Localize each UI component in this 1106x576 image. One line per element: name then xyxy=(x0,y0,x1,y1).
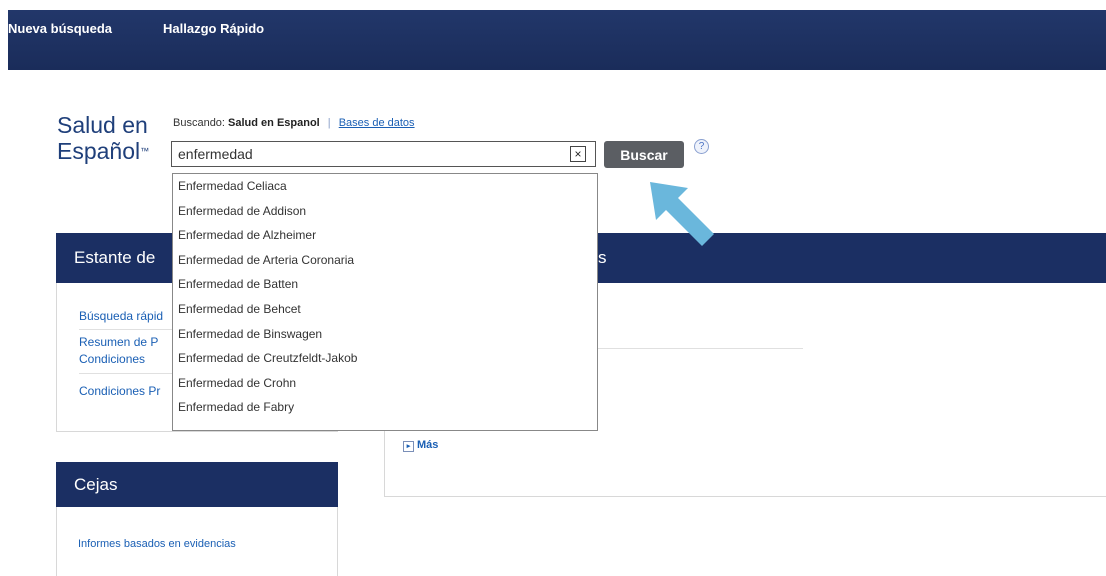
suggestion-item[interactable]: Enfermedad de Fabry xyxy=(173,395,597,420)
searching-prefix: Buscando: xyxy=(173,117,225,129)
databases-link[interactable]: Bases de datos xyxy=(339,117,415,129)
searching-separator: | xyxy=(327,117,331,129)
searching-database: Salud en Espanol xyxy=(228,117,320,129)
help-icon[interactable]: ? xyxy=(694,139,709,154)
content-panel-title: s xyxy=(598,248,607,267)
more-link[interactable]: ▸ Más xyxy=(403,439,438,452)
logo-line-2: Español xyxy=(57,138,141,164)
suggestion-item[interactable]: Enfermedad de Binswagen xyxy=(173,322,597,347)
site-logo: Salud en Español™ xyxy=(57,112,149,164)
more-label: Más xyxy=(417,439,439,451)
logo-line-1: Salud en xyxy=(57,112,148,138)
suggestion-item[interactable]: Enfermedad de Creutzfeldt-Jakob xyxy=(173,346,597,371)
suggestion-item[interactable]: Enfermedad de Batten xyxy=(173,272,597,297)
cejas-link-evidence-reports[interactable]: Informes basados en evidencias xyxy=(78,538,236,550)
shelf-panel-title: Estante de xyxy=(74,248,156,267)
suggestion-item[interactable]: Enfermedad de Addison xyxy=(173,199,597,224)
shelf-link-summary[interactable]: Resumen de P xyxy=(79,335,158,349)
nav-new-search[interactable]: Nueva búsqueda xyxy=(8,21,112,36)
suggestion-item[interactable]: Enfermedad de Behcet xyxy=(173,297,597,322)
suggestion-item[interactable]: Enfermedad Celiaca xyxy=(173,174,597,199)
plus-box-icon: ▸ xyxy=(403,441,414,452)
suggestion-item[interactable]: Enfermedad de Crohn xyxy=(173,371,597,396)
clear-search-icon[interactable]: × xyxy=(570,146,586,162)
search-button[interactable]: Buscar xyxy=(604,141,684,168)
suggestion-item[interactable]: Enfermedad de Arteria Coronaria xyxy=(173,248,597,273)
search-input[interactable] xyxy=(178,145,563,163)
suggestion-item[interactable]: Enfermedad de Alzheimer xyxy=(173,223,597,248)
top-nav-bar: Nueva búsqueda Hallazgo Rápido xyxy=(8,10,1106,70)
shelf-link-conditions[interactable]: Condiciones xyxy=(79,352,145,366)
cejas-title: Cejas xyxy=(74,475,118,494)
search-box: × xyxy=(171,141,596,167)
shelf-link-conditions-pr[interactable]: Condiciones Pr xyxy=(79,384,160,398)
autocomplete-dropdown: Enfermedad Celiaca Enfermedad de Addison… xyxy=(172,173,598,431)
shelf-link-quick-search[interactable]: Búsqueda rápid xyxy=(79,309,163,323)
logo-trademark: ™ xyxy=(140,146,150,156)
nav-quick-find[interactable]: Hallazgo Rápido xyxy=(163,21,264,36)
searching-info: Buscando: Salud en Espanol | Bases de da… xyxy=(173,117,415,129)
cejas-panel-header: Cejas xyxy=(56,462,338,507)
annotation-arrow-icon xyxy=(650,182,714,246)
